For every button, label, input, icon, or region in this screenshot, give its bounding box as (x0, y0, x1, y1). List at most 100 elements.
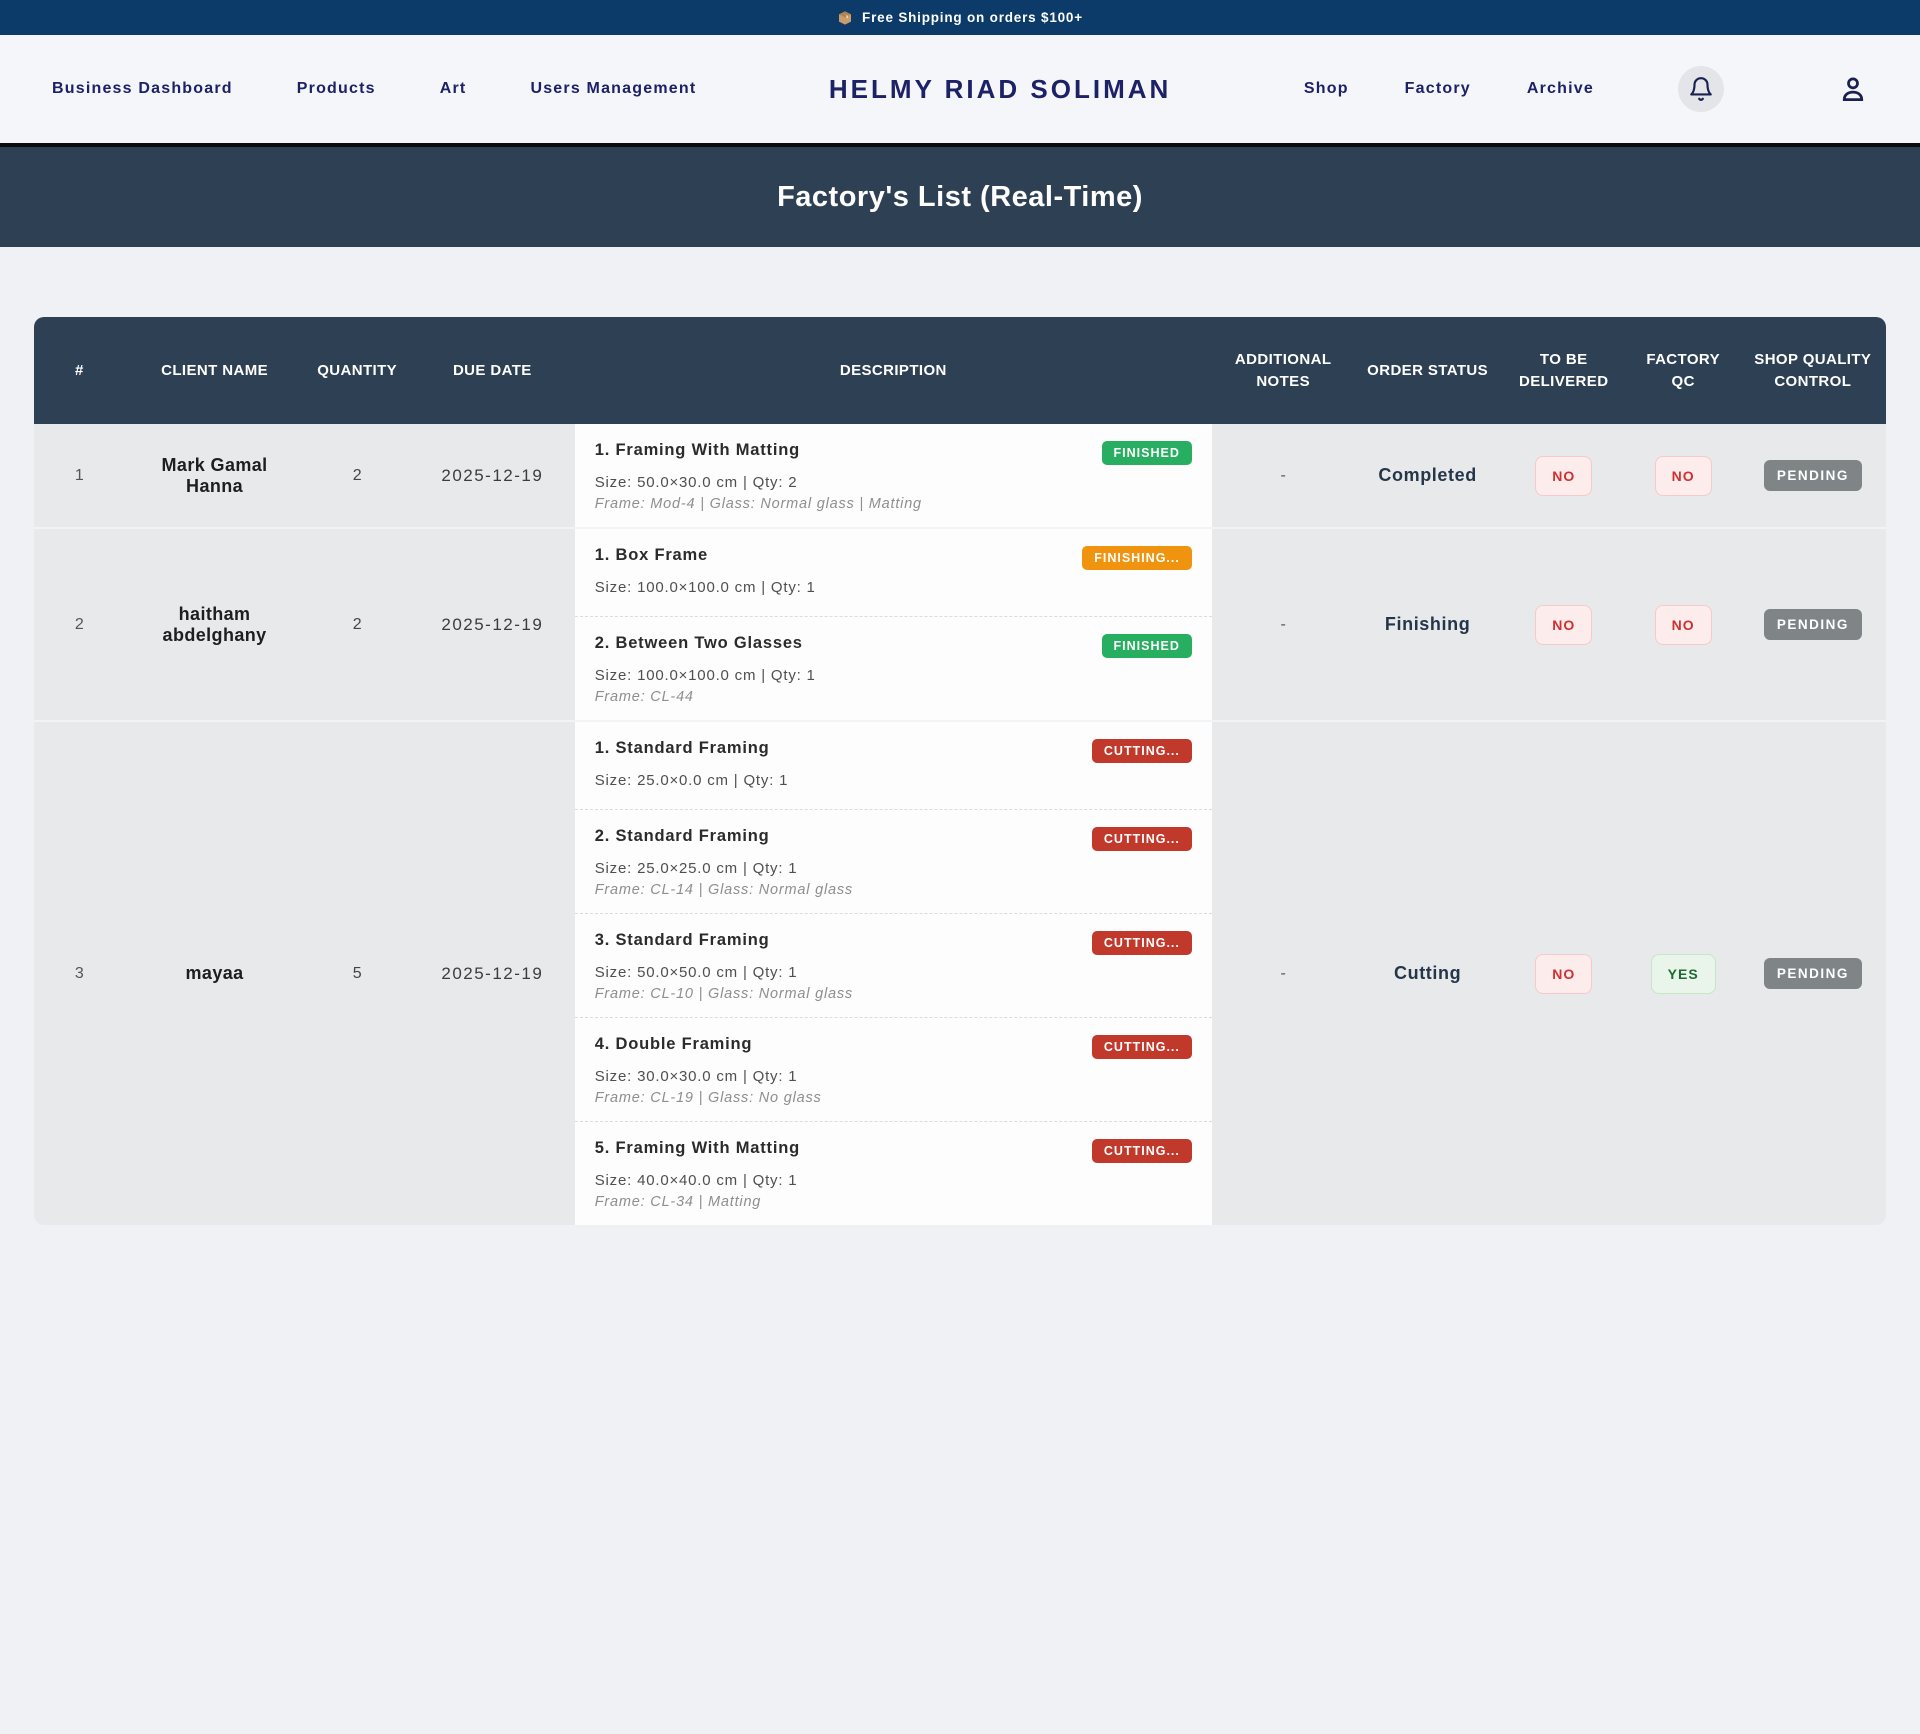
column-header-quantity: QUANTITY (304, 317, 410, 424)
nav-item-art[interactable]: Art (440, 80, 467, 98)
shop-qc-badge[interactable]: PENDING (1764, 460, 1862, 491)
nav-right-group: Shop Factory Archive (1304, 66, 1868, 112)
column-header-factory-qc: FACTORY QC (1627, 317, 1740, 424)
table-container: # CLIENT NAME QUANTITY DUE DATE DESCRIPT… (0, 247, 1920, 1225)
shop-qc-badge[interactable]: PENDING (1764, 958, 1862, 989)
page-title: Factory's List (Real-Time) (777, 181, 1143, 214)
shop-qc-badge[interactable]: PENDING (1764, 609, 1862, 640)
item-frame: Frame: CL-10 | Glass: Normal glass (595, 986, 1192, 1002)
description-cell: 1. Standard Framing CUTTING... Size: 25.… (575, 720, 1212, 1225)
item-title: 1. Box Frame (595, 546, 708, 565)
additional-notes-value: - (1212, 527, 1355, 720)
factory-qc-toggle[interactable]: YES (1651, 954, 1716, 994)
column-header-description: DESCRIPTION (575, 317, 1212, 424)
item-frame: Frame: CL-34 | Matting (595, 1194, 1192, 1210)
main-nav: Business Dashboard Products Art Users Ma… (0, 35, 1920, 143)
to-be-delivered-toggle[interactable]: NO (1535, 456, 1592, 496)
column-header-additional-notes: ADDITIONAL NOTES (1212, 317, 1355, 424)
order-status-value: Completed (1354, 424, 1500, 527)
order-item-header: 3. Standard Framing CUTTING... (595, 931, 1192, 955)
nav-item-products[interactable]: Products (297, 80, 376, 98)
order-item: 4. Double Framing CUTTING... Size: 30.0×… (575, 1018, 1212, 1122)
item-size: Size: 50.0×30.0 cm | Qty: 2 (595, 474, 1192, 491)
table-row: 1 Mark Gamal Hanna 2 2025-12-19 1. Frami… (34, 424, 1886, 527)
to-be-delivered-toggle[interactable]: NO (1535, 605, 1592, 645)
to-be-delivered-toggle[interactable]: NO (1535, 954, 1592, 994)
column-header-client-name: CLIENT NAME (125, 317, 305, 424)
bell-icon (1688, 76, 1714, 102)
page-header-band: Factory's List (Real-Time) (0, 143, 1920, 247)
description-cell: 1. Framing With Matting FINISHED Size: 5… (575, 424, 1212, 527)
factory-orders-table: # CLIENT NAME QUANTITY DUE DATE DESCRIPT… (34, 317, 1886, 1225)
client-name: Mark Gamal Hanna (125, 424, 305, 527)
quantity-value: 2 (304, 424, 410, 527)
order-item-header: 2. Between Two Glasses FINISHED (595, 634, 1192, 658)
client-name: mayaa (125, 720, 305, 1225)
row-number: 3 (34, 720, 125, 1225)
row-number: 1 (34, 424, 125, 527)
item-status-badge: CUTTING... (1092, 827, 1192, 851)
order-item: 3. Standard Framing CUTTING... Size: 50.… (575, 914, 1212, 1018)
nav-item-business-dashboard[interactable]: Business Dashboard (52, 80, 233, 98)
column-header-to-be-delivered: TO BE DELIVERED (1501, 317, 1627, 424)
item-status-badge: FINISHED (1102, 441, 1192, 465)
nav-item-archive[interactable]: Archive (1527, 80, 1594, 98)
brand-logo[interactable]: HELMY RIAD SOLIMAN (829, 74, 1171, 105)
item-size: Size: 30.0×30.0 cm | Qty: 1 (595, 1068, 1192, 1085)
additional-notes-value: - (1212, 720, 1355, 1225)
notifications-button[interactable] (1678, 66, 1724, 112)
column-header-number: # (34, 317, 125, 424)
order-item-header: 2. Standard Framing CUTTING... (595, 827, 1192, 851)
order-status-value: Finishing (1354, 527, 1500, 720)
additional-notes-value: - (1212, 424, 1355, 527)
order-status-value: Cutting (1354, 720, 1500, 1225)
package-icon (837, 10, 853, 26)
item-status-badge: FINISHED (1102, 634, 1192, 658)
item-title: 5. Framing With Matting (595, 1139, 800, 1158)
nav-item-factory[interactable]: Factory (1405, 80, 1471, 98)
column-header-shop-quality-control: SHOP QUALITY CONTROL (1740, 317, 1886, 424)
column-header-order-status: ORDER STATUS (1354, 317, 1500, 424)
item-title: 4. Double Framing (595, 1035, 753, 1054)
nav-left-group: Business Dashboard Products Art Users Ma… (52, 80, 696, 98)
account-button[interactable] (1838, 74, 1868, 104)
table-header-row: # CLIENT NAME QUANTITY DUE DATE DESCRIPT… (34, 317, 1886, 424)
due-date-value: 2025-12-19 (410, 720, 575, 1225)
item-status-badge: CUTTING... (1092, 931, 1192, 955)
quantity-value: 2 (304, 527, 410, 720)
nav-item-shop[interactable]: Shop (1304, 80, 1349, 98)
order-item-header: 1. Standard Framing CUTTING... (595, 739, 1192, 763)
item-status-badge: CUTTING... (1092, 1035, 1192, 1059)
row-number: 2 (34, 527, 125, 720)
item-title: 2. Standard Framing (595, 827, 770, 846)
item-frame: Frame: Mod-4 | Glass: Normal glass | Mat… (595, 496, 1192, 512)
order-item: 1. Framing With Matting FINISHED Size: 5… (575, 424, 1212, 527)
order-item: 2. Between Two Glasses FINISHED Size: 10… (575, 617, 1212, 720)
description-cell: 1. Box Frame FINISHING... Size: 100.0×10… (575, 527, 1212, 720)
due-date-value: 2025-12-19 (410, 527, 575, 720)
column-header-due-date: DUE DATE (410, 317, 575, 424)
item-status-badge: CUTTING... (1092, 1139, 1192, 1163)
order-item: 5. Framing With Matting CUTTING... Size:… (575, 1122, 1212, 1225)
order-item: 2. Standard Framing CUTTING... Size: 25.… (575, 810, 1212, 914)
order-item: 1. Standard Framing CUTTING... Size: 25.… (575, 722, 1212, 810)
order-item-header: 5. Framing With Matting CUTTING... (595, 1139, 1192, 1163)
item-size: Size: 100.0×100.0 cm | Qty: 1 (595, 579, 1192, 596)
item-frame: Frame: CL-14 | Glass: Normal glass (595, 882, 1192, 898)
item-frame: Frame: CL-44 (595, 689, 1192, 705)
due-date-value: 2025-12-19 (410, 424, 575, 527)
quantity-value: 5 (304, 720, 410, 1225)
factory-qc-toggle[interactable]: NO (1655, 456, 1712, 496)
factory-qc-toggle[interactable]: NO (1655, 605, 1712, 645)
item-size: Size: 25.0×0.0 cm | Qty: 1 (595, 772, 1192, 789)
item-size: Size: 40.0×40.0 cm | Qty: 1 (595, 1172, 1192, 1189)
person-icon (1838, 74, 1868, 104)
item-title: 1. Standard Framing (595, 739, 770, 758)
item-title: 2. Between Two Glasses (595, 634, 803, 653)
table-row: 2 haitham abdelghany 2 2025-12-19 1. Box… (34, 527, 1886, 720)
item-size: Size: 100.0×100.0 cm | Qty: 1 (595, 667, 1192, 684)
nav-item-users-management[interactable]: Users Management (530, 80, 696, 98)
order-item-header: 1. Framing With Matting FINISHED (595, 441, 1192, 465)
item-status-badge: CUTTING... (1092, 739, 1192, 763)
promo-banner-text: Free Shipping on orders $100+ (862, 10, 1083, 25)
